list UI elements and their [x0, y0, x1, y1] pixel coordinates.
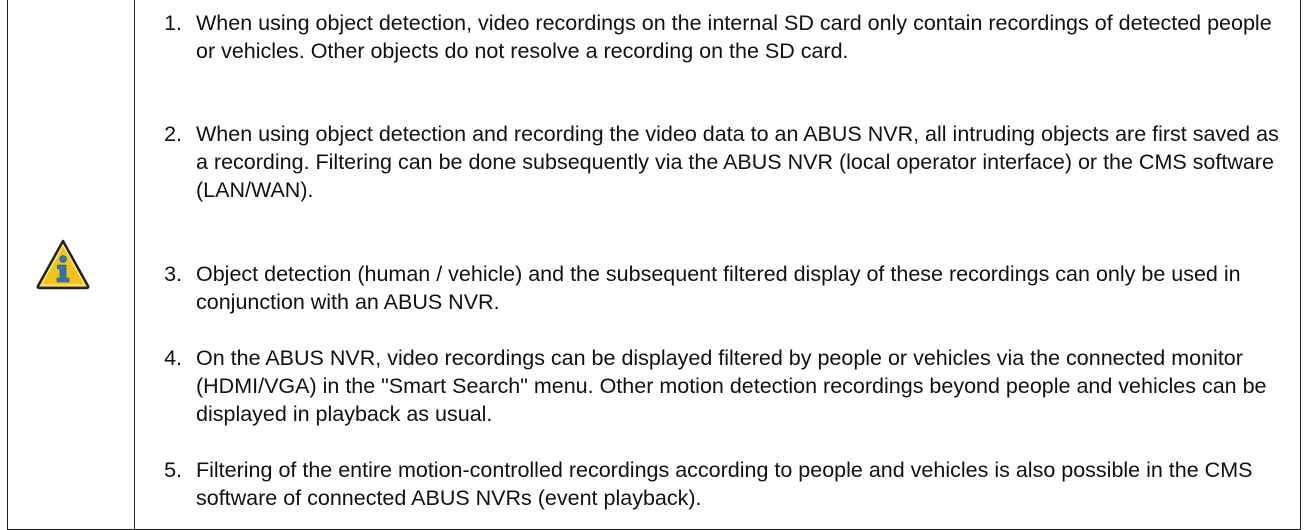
item-text: When using object detection and recordin… [196, 122, 1279, 202]
item-number: 1. [164, 11, 182, 35]
item-text: On the ABUS NVR, video recordings can be… [196, 346, 1267, 426]
notes-cell: 1. When using object detection, video re… [136, 0, 1300, 529]
list-item: 4. On the ABUS NVR, video recordings can… [136, 344, 1284, 428]
item-text: When using object detection, video recor… [196, 11, 1272, 63]
list-item: 5. Filtering of the entire motion-contro… [136, 456, 1284, 512]
icon-cell [8, 0, 135, 529]
item-number: 4. [164, 346, 182, 370]
item-number: 5. [164, 458, 182, 482]
list-item: 1. When using object detection, video re… [136, 9, 1284, 65]
item-number: 2. [164, 122, 182, 146]
info-note-table: 1. When using object detection, video re… [7, 0, 1301, 530]
item-text: Object detection (human / vehicle) and t… [196, 262, 1241, 314]
list-item: 3. Object detection (human / vehicle) an… [136, 260, 1284, 316]
list-item: 2. When using object detection and recor… [136, 120, 1284, 204]
info-warning-icon [36, 239, 90, 290]
item-text: Filtering of the entire motion-controlle… [196, 458, 1253, 510]
item-number: 3. [164, 262, 182, 286]
